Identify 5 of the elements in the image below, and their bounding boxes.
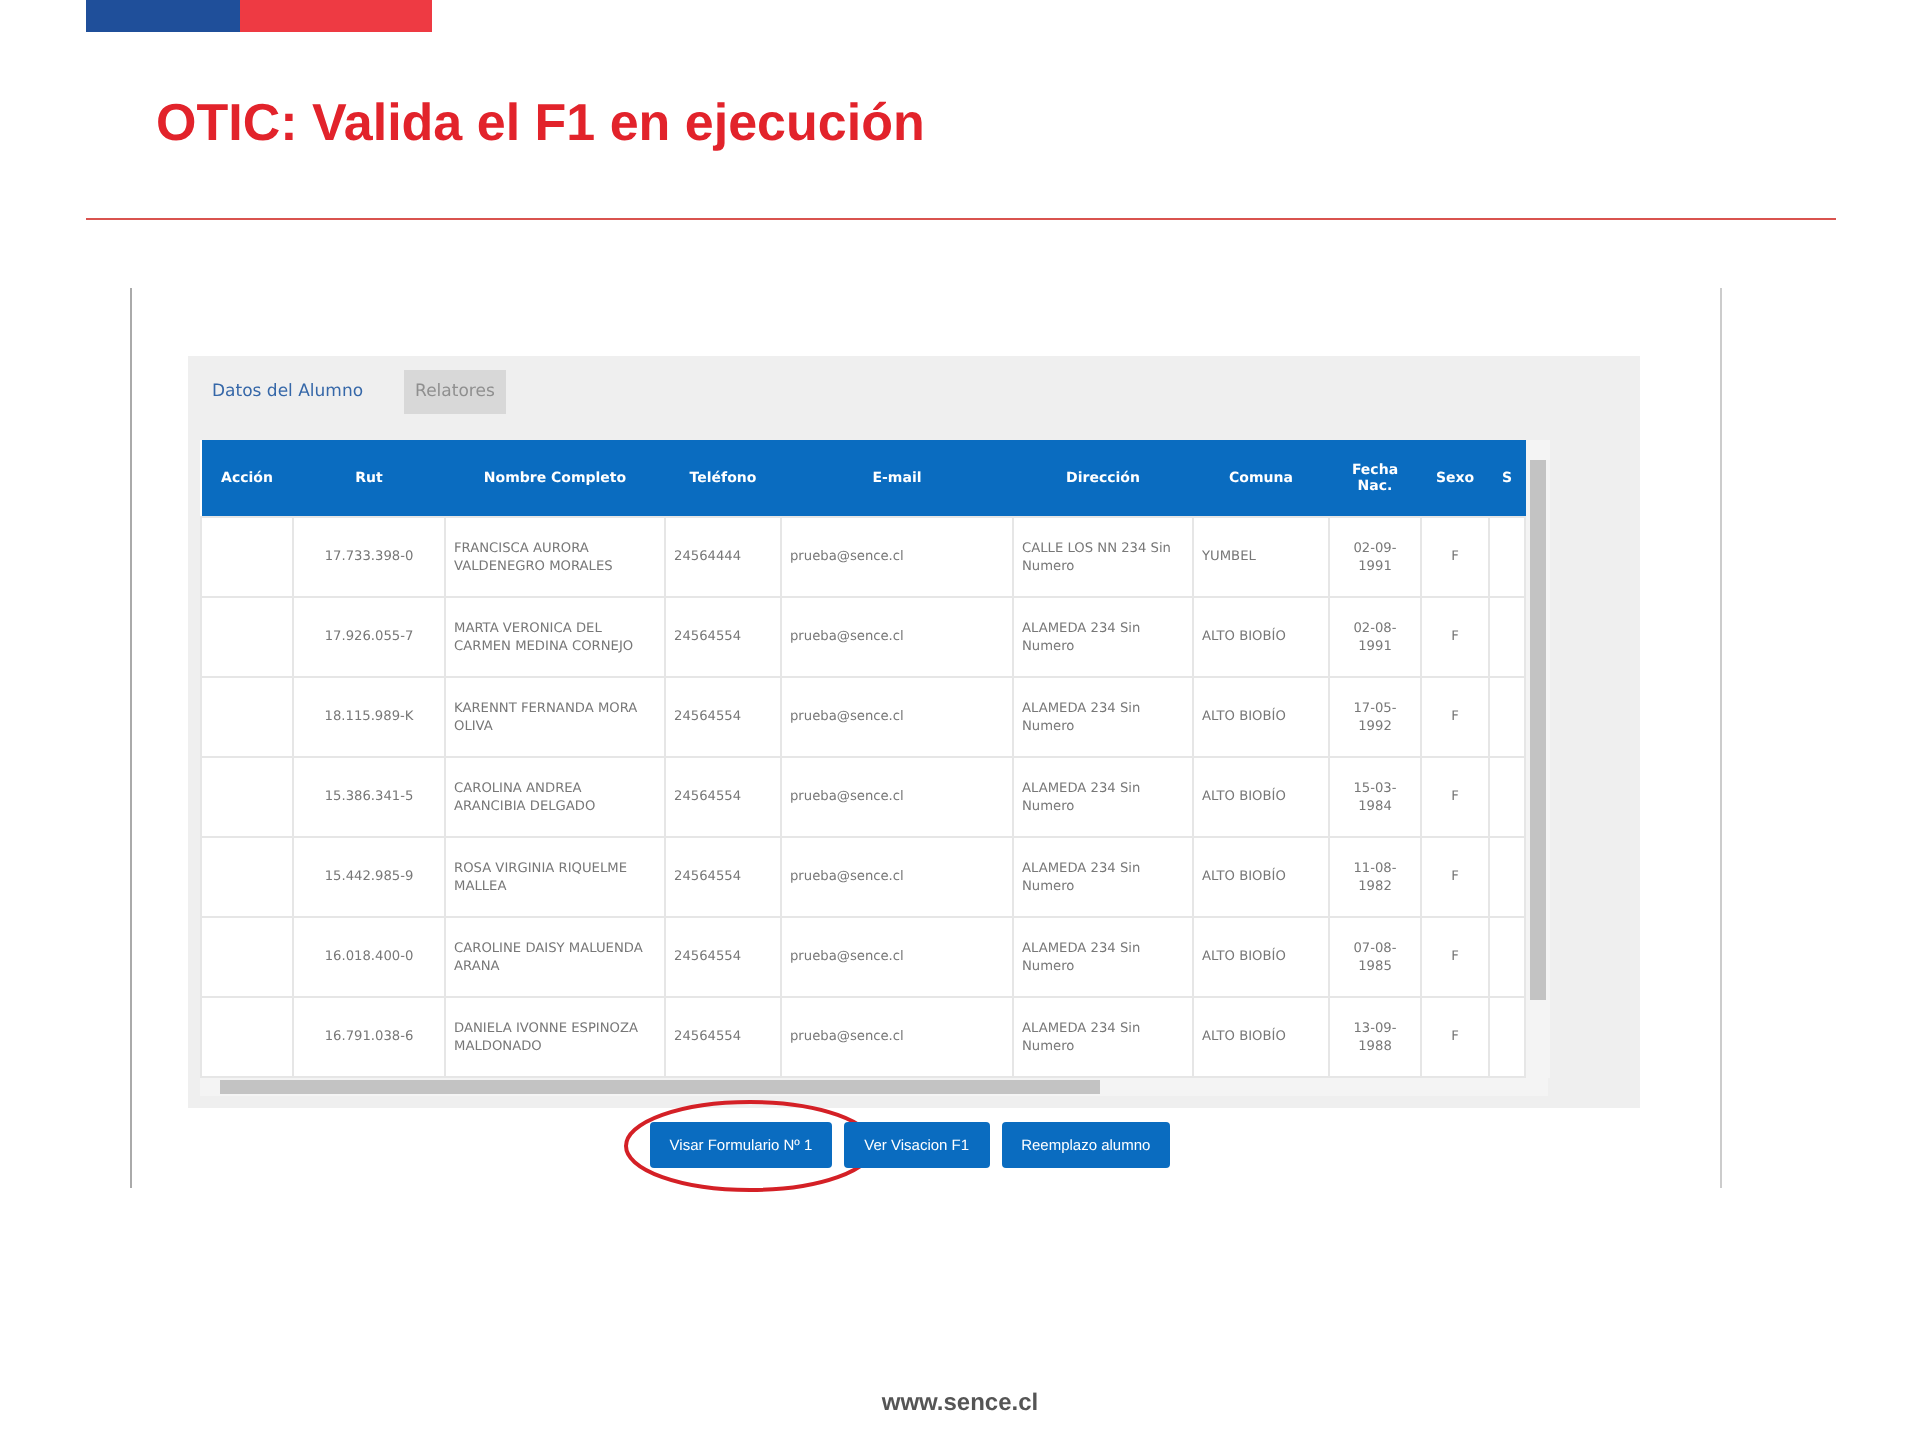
tab[interactable]: Datos del Alumno xyxy=(200,370,376,414)
footer-url: www.sence.cl xyxy=(879,1388,1041,1416)
horizontal-scrollbar[interactable] xyxy=(200,1078,1548,1096)
slide-title: OTIC: Valida el F1 en ejecución xyxy=(156,92,927,154)
vertical-scrollbar[interactable] xyxy=(1526,440,1550,1078)
